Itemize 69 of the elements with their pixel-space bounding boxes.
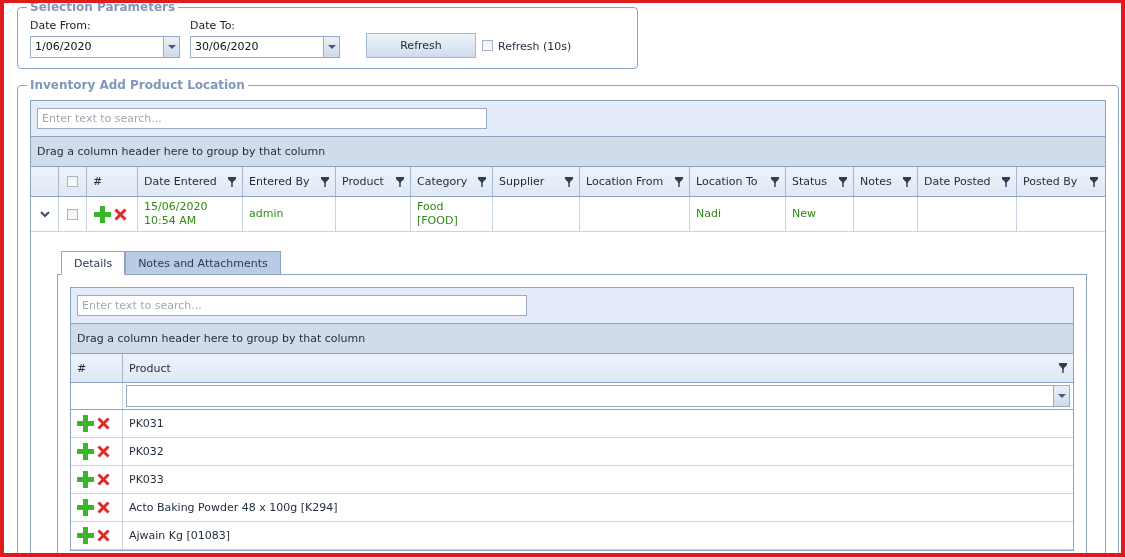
add-icon[interactable] (94, 205, 111, 223)
column-header[interactable]: Product (336, 167, 411, 196)
column-header[interactable]: # (71, 354, 123, 382)
add-icon[interactable] (77, 443, 94, 460)
checkbox[interactable] (67, 208, 78, 220)
column-header[interactable]: Category (411, 167, 493, 196)
column-header[interactable]: Supplier (493, 167, 580, 196)
date-field[interactable]: 1/06/2020 (30, 36, 180, 58)
column-header[interactable]: Entered By (243, 167, 336, 196)
filter-field[interactable] (126, 385, 1070, 407)
filter-icon[interactable] (321, 176, 329, 187)
column-header[interactable]: Status (786, 167, 854, 196)
filter-icon[interactable] (1090, 176, 1098, 187)
add-icon[interactable] (77, 499, 94, 516)
filter-icon[interactable] (839, 176, 847, 187)
refresh-button[interactable]: Refresh (366, 33, 476, 58)
column-header[interactable]: Date Posted (918, 167, 1017, 196)
field-label: Date To: (190, 19, 237, 32)
filter-icon[interactable] (228, 176, 236, 187)
table-cell: Ajwain Kg [01083] (129, 529, 231, 542)
dropdown-icon[interactable] (1053, 386, 1069, 406)
table-cell: PK032 (129, 445, 164, 458)
add-icon[interactable] (77, 527, 94, 544)
table-cell: PK031 (129, 417, 164, 430)
checkbox[interactable] (482, 40, 493, 51)
filter-icon[interactable] (478, 176, 486, 187)
table-cell: 15/06/2020 10:54 AM (144, 200, 208, 228)
dropdown-icon[interactable] (163, 37, 179, 57)
column-header[interactable]: Location From (580, 167, 690, 196)
table-cell: New (792, 207, 816, 221)
column-header[interactable]: # (87, 167, 138, 196)
tab[interactable]: Notes and Attachments (125, 251, 281, 275)
column-header[interactable]: Location To (690, 167, 786, 196)
field-label: Date From: (30, 19, 92, 32)
filter-icon[interactable] (396, 176, 404, 187)
column-header[interactable]: Posted By (1017, 167, 1104, 196)
delete-icon[interactable] (114, 207, 127, 221)
column-header[interactable]: Date Entered (138, 167, 243, 196)
group-hint: Drag a column header here to group by that column (77, 332, 366, 345)
column-header[interactable]: Product (123, 354, 1073, 382)
table-cell: Food [FOOD] (417, 200, 458, 228)
table-cell: PK033 (129, 473, 164, 486)
search-field[interactable]: Enter text to search... (37, 108, 487, 129)
filter-icon[interactable] (1002, 176, 1010, 187)
date-field[interactable]: 30/06/2020 (190, 36, 340, 58)
table-cell: Nadi (696, 207, 721, 221)
tab[interactable]: Details (61, 251, 126, 275)
table-cell: admin (249, 207, 284, 221)
filter-icon[interactable] (565, 176, 573, 187)
delete-icon[interactable] (97, 473, 110, 486)
delete-icon[interactable] (97, 501, 110, 514)
dropdown-icon[interactable] (323, 37, 339, 57)
checkbox-label: Refresh (10s) (498, 40, 572, 53)
delete-icon[interactable] (97, 417, 110, 430)
add-icon[interactable] (77, 415, 94, 432)
filter-icon[interactable] (675, 176, 683, 187)
column-header[interactable]: Notes (854, 167, 918, 196)
search-field[interactable]: Enter text to search... (77, 295, 527, 316)
checkbox[interactable] (67, 176, 78, 187)
filter-icon[interactable] (771, 176, 779, 187)
chevron-icon[interactable] (39, 210, 50, 218)
panel-title: Inventory Add Product Location (29, 79, 246, 91)
filter-icon[interactable] (1059, 363, 1067, 373)
delete-icon[interactable] (97, 529, 110, 542)
table-cell: Acto Baking Powder 48 x 100g [K294] (129, 501, 338, 514)
group-hint: Drag a column header here to group by that column (37, 145, 326, 158)
filter-icon[interactable] (903, 176, 911, 187)
delete-icon[interactable] (97, 445, 110, 458)
add-icon[interactable] (77, 471, 94, 488)
